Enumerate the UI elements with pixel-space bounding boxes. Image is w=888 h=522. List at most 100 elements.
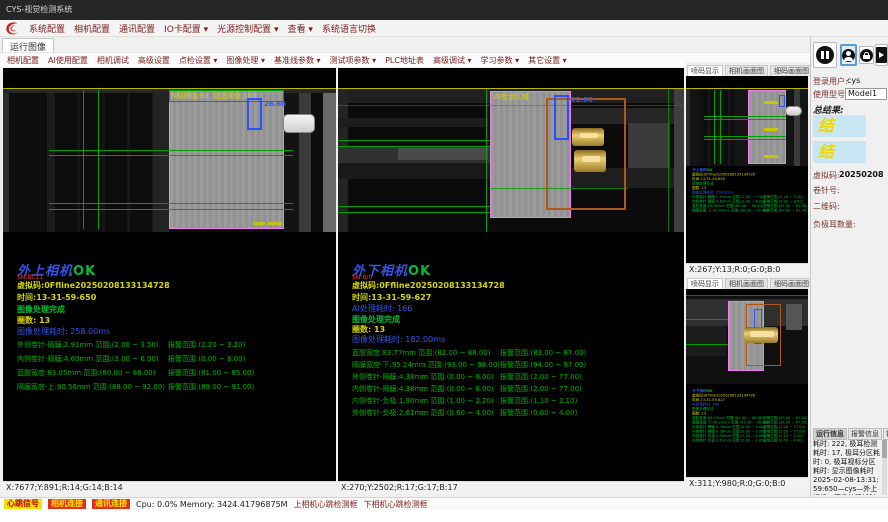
right-time: 时间:13-31-59-627 xyxy=(352,292,431,303)
right-camera-photo: 22.80 AI检测区域 xyxy=(338,89,684,232)
left-measurement-row: 外侧卷针-隔膜:2.91mm 范围:(2.00 ~ 3.50) xyxy=(17,340,159,350)
left-probe-finger xyxy=(283,114,315,133)
toolbar-ai-config[interactable]: AI使用配置 xyxy=(48,55,88,66)
photo-band xyxy=(3,89,9,232)
model-select[interactable]: Model1 xyxy=(845,88,887,100)
toolbar-test-params[interactable]: 测试项参数 ▾ xyxy=(330,55,377,66)
right-ai-area-label: AI检测区域 xyxy=(494,92,529,102)
thumb-line xyxy=(720,90,721,164)
left-hline xyxy=(49,209,293,210)
left-hline xyxy=(49,155,293,156)
left-camera-photo: 26.66 N标阈值:93, 动态阈值:100 xyxy=(3,89,336,232)
thumb-bottom-coordinates-bar: X:311;Y:980;R:0;G:0;B:0 xyxy=(686,477,808,490)
right-alarm-range: 报警范围:(94.00 ~ 97.00) xyxy=(500,360,586,370)
lock-button[interactable] xyxy=(859,46,874,64)
window-title: CYS-视觉检测系统 xyxy=(6,5,72,14)
toolbar-spot-check[interactable]: 点检设置 ▾ xyxy=(179,55,218,66)
left-hline xyxy=(49,203,293,204)
thumb-probe-finger xyxy=(785,106,802,116)
thumb-top-result-text: 外上相机OK 虚拟码:0Ffline20250208133134728 时间:1… xyxy=(692,168,808,260)
thumb-bottom-result-text: 外下相机OK 虚拟码:0Ffline20250208133134728 时间:1… xyxy=(692,389,808,474)
tiny-overlay-marks xyxy=(764,128,778,131)
right-proc-time: 图像处理耗时: 182.00ms xyxy=(352,334,445,345)
thumb-line xyxy=(704,139,786,140)
toolbar-image-processing[interactable]: 图像处理 ▾ xyxy=(226,55,265,66)
menu-item-comm-config[interactable]: 通讯配置 xyxy=(119,22,155,35)
comm-connect-badge: 通讯连接 xyxy=(92,499,130,509)
left-turns: 圈数: 13 xyxy=(17,315,50,326)
right-hline xyxy=(338,140,490,141)
menu-item-io-config[interactable]: IO卡配置 ▾ xyxy=(164,22,208,35)
menu-item-light-config[interactable]: 光源控制配置 ▾ xyxy=(217,22,278,35)
thumb-tab-code-display[interactable]: 喷码显示 xyxy=(687,65,723,76)
exit-button[interactable] xyxy=(875,44,888,66)
photo-band xyxy=(686,326,726,356)
toolbar-camera-config[interactable]: 相机配置 xyxy=(7,55,39,66)
menu-item-system-config[interactable]: 系统配置 xyxy=(29,22,65,35)
photo-band xyxy=(700,89,734,166)
tiny-overlay-marks xyxy=(764,155,778,158)
menu-item-language-switch[interactable]: 系统语言切换 xyxy=(322,22,376,35)
user-button[interactable] xyxy=(840,44,857,66)
info-scrollbar[interactable] xyxy=(882,440,887,495)
thumb-tab-detail-frame-2[interactable]: 细码画面图 xyxy=(770,278,813,289)
right-hline xyxy=(338,105,684,106)
photo-band xyxy=(323,89,336,232)
left-alarm-range: 报警范围:(0.00 ~ 8.00) xyxy=(168,354,245,364)
left-virtual-code: 虚拟码:0Ffline20250208133134728 xyxy=(17,280,170,291)
heartbeat-badge: 心跳信号 xyxy=(4,499,42,509)
toolbar-advanced-settings[interactable]: 高级设置 xyxy=(138,55,170,66)
info-tab-row: 运行信息 报警信息 错误信息 xyxy=(813,428,888,440)
toolbar-camera-debug[interactable]: 相机调试 xyxy=(97,55,129,66)
thumb-line xyxy=(704,116,786,117)
exit-door-icon xyxy=(876,47,887,63)
thumb-line xyxy=(714,90,715,164)
info-tab-alarm[interactable]: 报警信息 xyxy=(848,428,882,440)
upper-camera-heartbeat-label: 上相机心跳检测框 xyxy=(294,499,358,510)
toolbar-advanced-debug[interactable]: 高级调试 ▾ xyxy=(433,55,472,66)
left-proc-time: 图像处理耗时: 258.00ms xyxy=(17,326,110,337)
right-alarm-range: 报警范围:(83.00 ~ 87.00) xyxy=(500,348,586,358)
thumb-tab-detail-frame[interactable]: 细码画面图 xyxy=(770,65,813,76)
tiny-overlay-marks xyxy=(764,101,778,104)
right-measurement-row: 外侧卷针-隔膜:4.38mm 范围:(0.00 ~ 9.00) xyxy=(352,372,494,382)
toolbar-plc-table[interactable]: PLC地址表 xyxy=(385,55,424,66)
qr-code-label: 二维码: xyxy=(813,201,840,212)
pause-icon xyxy=(816,46,834,64)
right-measurement-row: 外侧卷针-负极:2.61mm 范围:(0.60 ~ 4.00) xyxy=(352,408,494,418)
cpu-memory-status: Cpu: 0.0% Memory: 3424.41796875M xyxy=(136,500,288,509)
toolbar-other-settings[interactable]: 其它设置 ▾ xyxy=(528,55,567,66)
thumb-view-top[interactable]: 外上相机OK 虚拟码:0Ffline20250208133134728 时间:1… xyxy=(686,76,808,263)
thumb-tab-camera-frame-2[interactable]: 相机画面图 xyxy=(725,278,768,289)
photo-band xyxy=(686,89,690,166)
left-blue-roi xyxy=(247,98,262,130)
thumb-tab-code-display-2[interactable]: 喷码显示 xyxy=(687,278,723,289)
photo-band xyxy=(47,89,55,232)
left-alarm-range: 报警范围:(89.00 ~ 91.00) xyxy=(168,382,254,392)
right-blue-roi xyxy=(554,95,569,140)
menu-item-view[interactable]: 查看 ▾ xyxy=(288,22,313,35)
right-measurement-row: 内侧卷针-隔膜:4.38mm 范围:(0.00 ~ 9.00) xyxy=(352,384,494,394)
toolbar-baseline-params[interactable]: 基准线参数 ▾ xyxy=(274,55,321,66)
left-camera-view: 26.66 N标阈值:93, 动态阈值:100 外上相机OK SN:BC11 虚… xyxy=(3,68,336,481)
photo-band xyxy=(338,118,488,127)
status-bar: 心跳信号 相机连接 通讯连接 Cpu: 0.0% Memory: 3424.41… xyxy=(0,497,888,510)
lock-icon xyxy=(860,49,873,62)
bottom-filler xyxy=(0,510,888,522)
info-scrollbar-thumb[interactable] xyxy=(882,440,887,458)
thumb-top-photo xyxy=(686,89,808,166)
camera-connect-badge: 相机连接 xyxy=(48,499,86,509)
thumb-tab-camera-frame[interactable]: 相机画面图 xyxy=(725,65,768,76)
virtual-code-label: 虚拟码: xyxy=(813,170,840,181)
pause-button[interactable] xyxy=(813,42,837,68)
info-tab-error[interactable]: 错误信息 xyxy=(883,428,888,440)
toolbar-learn-params[interactable]: 学习参数 ▾ xyxy=(481,55,520,66)
left-blue-value: 26.66 xyxy=(264,100,286,108)
left-threshold-label: N标阈值:93, 动态阈值:100 xyxy=(171,91,257,101)
thumb-view-bottom[interactable]: 外下相机OK 虚拟码:0Ffline20250208133134728 时间:1… xyxy=(686,289,808,477)
menu-item-camera-config[interactable]: 相机配置 xyxy=(74,22,110,35)
left-hline xyxy=(49,150,293,151)
info-tab-run[interactable]: 运行信息 xyxy=(813,428,847,440)
window-titlebar: CYS-视觉检测系统 xyxy=(0,0,888,20)
gold-tab-core xyxy=(582,156,600,162)
